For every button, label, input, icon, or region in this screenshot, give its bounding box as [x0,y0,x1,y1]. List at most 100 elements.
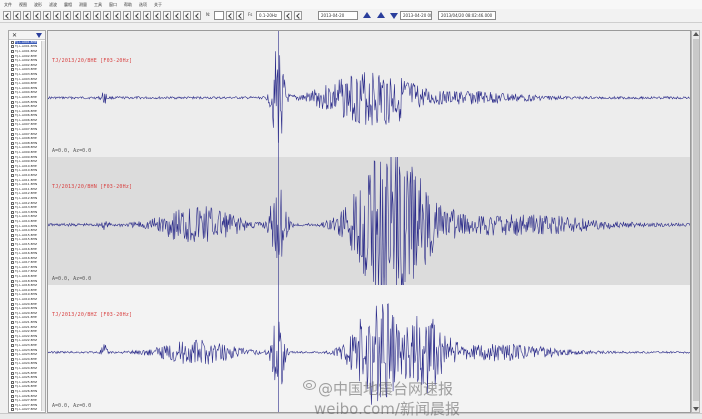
menu-item[interactable]: 文件 [4,0,12,9]
channel-checkbox[interactable] [11,210,14,214]
channel-checkbox[interactable] [11,128,14,132]
channel-checkbox[interactable] [11,187,14,191]
scroll-down-button[interactable] [389,11,398,20]
align-icon[interactable] [183,11,191,20]
channel-checkbox[interactable] [11,137,14,141]
channel-checkbox[interactable] [11,362,14,366]
channel-checkbox[interactable] [11,183,14,187]
copy-icon[interactable] [33,11,41,20]
open-icon[interactable] [3,11,11,20]
close-icon[interactable]: ✕ [12,32,17,39]
vertical-scrollbar[interactable] [691,30,700,413]
channel-checkbox[interactable] [11,141,14,145]
channel-checkbox[interactable] [11,252,14,256]
redo-icon[interactable] [73,11,81,20]
channel-checkbox[interactable] [11,100,14,104]
filter-band-field[interactable]: 0.1-20Hz [256,11,282,20]
filter-icon[interactable] [83,11,91,20]
datetime-field[interactable]: 2013/04/20 08:02:46.000 [438,11,496,20]
channel-checkbox[interactable] [11,215,14,219]
channel-checkbox[interactable] [11,118,14,122]
channel-checkbox[interactable] [11,357,14,361]
channel-checkbox[interactable] [11,164,14,168]
channel-checkbox[interactable] [11,72,14,76]
channel-list-item[interactable]: T.J.L.A027.BHZ [9,408,45,413]
channel-checkbox[interactable] [11,325,14,329]
sort-icon[interactable] [193,11,201,20]
channel-checkbox[interactable] [11,82,14,86]
menu-item[interactable]: 测量 [79,0,87,9]
channel-checkbox[interactable] [11,95,14,99]
menu-item[interactable]: 滤波 [49,0,57,9]
channel-checkbox[interactable] [11,192,14,196]
channel-panel-2[interactable]: TJ/2013/20/BHN [F03-20Hz] A=0.0, Az=0.0 [48,157,690,285]
scroll-up-alt-button[interactable] [376,11,385,20]
channel-checkbox[interactable] [11,233,14,237]
channel-checkbox[interactable] [11,229,14,233]
rotate-icon[interactable] [173,11,181,20]
next-icon[interactable] [236,11,244,20]
channel-checkbox[interactable] [11,86,14,90]
time-cursor-line[interactable] [278,31,279,412]
channel-checkbox[interactable] [11,132,14,136]
channel-checkbox[interactable] [11,371,14,375]
channel-checkbox[interactable] [11,238,14,242]
channel-checkbox[interactable] [11,63,14,67]
overlay-icon[interactable] [153,11,161,20]
pan-icon[interactable] [123,11,131,20]
sidebar-scrollbar[interactable] [41,41,45,411]
channel-panel-1[interactable]: TJ/2013/20/BHE [F03-20Hz] A=0.0, Az=0.0 [48,31,690,157]
channel-checkbox[interactable] [11,403,14,407]
menu-item[interactable]: 震相 [64,0,72,9]
channel-checkbox[interactable] [11,54,14,58]
channel-checkbox[interactable] [11,293,14,297]
undo-icon[interactable] [63,11,71,20]
scrollbar-thumb[interactable] [693,39,699,401]
channel-checkbox[interactable] [11,105,14,109]
channel-checkbox[interactable] [11,353,14,357]
menu-item[interactable]: 波形 [34,0,42,9]
channel-checkbox[interactable] [11,408,14,412]
channel-checkbox[interactable] [11,247,14,251]
grid-icon[interactable] [143,11,151,20]
channel-checkbox[interactable] [11,114,14,118]
channel-checkbox[interactable] [11,330,14,334]
channel-checkbox[interactable] [11,123,14,127]
channel-checkbox[interactable] [11,109,14,113]
channel-checkbox[interactable] [11,242,14,246]
dropdown-arrow-icon[interactable] [36,32,42,38]
channel-checkbox[interactable] [11,298,14,302]
channel-checkbox[interactable] [11,40,14,44]
paste-icon[interactable] [53,11,61,20]
waveform-plot-area[interactable]: TJ/2013/20/BHE [F03-20Hz] A=0.0, Az=0.0 … [47,30,691,413]
prev-icon[interactable] [226,11,234,20]
channel-checkbox[interactable] [11,256,14,260]
channel-checkbox[interactable] [11,265,14,269]
channel-checkbox[interactable] [11,270,14,274]
channel-checkbox[interactable] [11,169,14,173]
channel-checkbox[interactable] [11,206,14,210]
channel-checkbox[interactable] [11,288,14,292]
pick-icon[interactable] [93,11,101,20]
channel-checkbox[interactable] [11,366,14,370]
time-field[interactable]: 2013-04-20 08:02:46 [400,11,432,20]
channel-checkbox[interactable] [11,178,14,182]
channel-checkbox[interactable] [11,261,14,265]
zoom-in-icon[interactable] [284,11,292,20]
channel-checkbox[interactable] [11,399,14,403]
channel-checkbox[interactable] [11,380,14,384]
channel-checkbox[interactable] [11,302,14,306]
channel-checkbox[interactable] [11,307,14,311]
spectrum-icon[interactable] [163,11,171,20]
channel-checkbox[interactable] [11,151,14,155]
zoom-out-icon[interactable] [294,11,302,20]
zoom-icon[interactable] [113,11,121,20]
channel-count-field[interactable] [214,11,224,20]
channel-checkbox[interactable] [11,49,14,53]
scroll-up-button[interactable] [362,11,371,20]
cut-icon[interactable] [43,11,51,20]
channel-checkbox[interactable] [11,275,14,279]
channel-checkbox[interactable] [11,224,14,228]
channel-checkbox[interactable] [11,68,14,72]
menu-item[interactable]: 窗口 [109,0,117,9]
